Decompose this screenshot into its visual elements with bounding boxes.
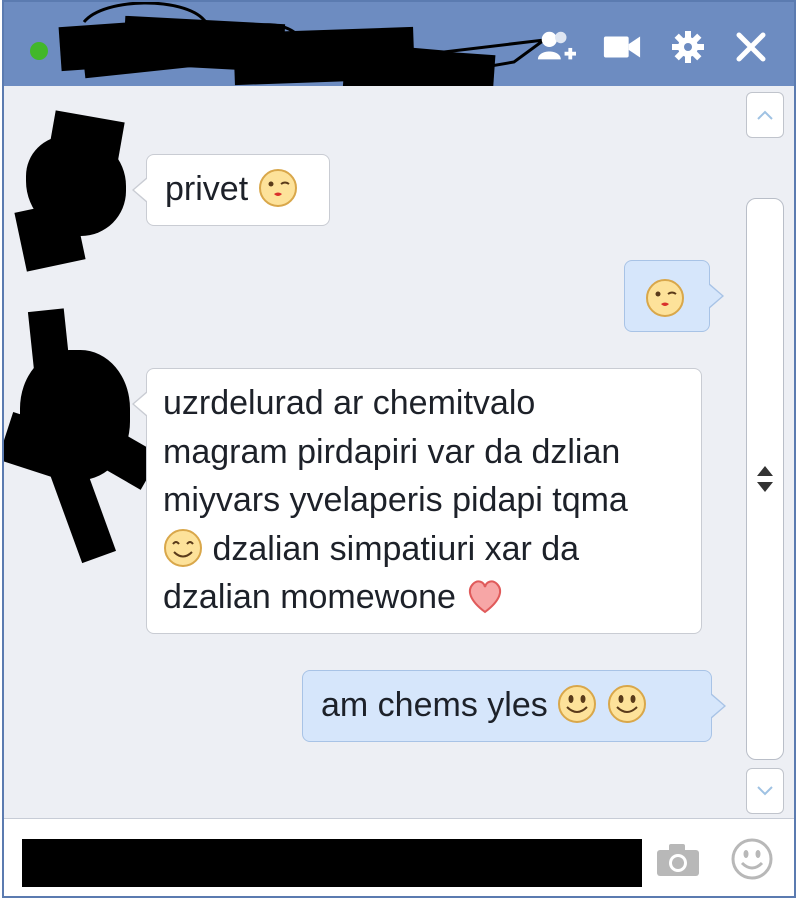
incoming-message[interactable]: uzrdelurad ar chemitvalo magram pirdapir… xyxy=(132,368,702,634)
outgoing-message[interactable] xyxy=(624,260,724,332)
online-status-dot xyxy=(30,42,48,60)
message-line: uzrdelurad ar chemitvalo xyxy=(163,384,536,422)
chat-window: privet uzrdelurad ar chemitvalo magram p… xyxy=(2,0,796,898)
message-input[interactable] xyxy=(22,839,642,887)
chevron-down-icon xyxy=(757,786,773,796)
camera-icon[interactable] xyxy=(654,839,702,881)
incoming-message[interactable]: privet xyxy=(132,154,330,226)
message-list[interactable]: privet uzrdelurad ar chemitvalo magram p… xyxy=(4,86,794,818)
settings-icon[interactable] xyxy=(668,28,708,66)
message-text: privet xyxy=(165,170,249,208)
outgoing-message[interactable]: am chems yles xyxy=(302,670,726,742)
drag-handle-icon xyxy=(757,466,773,492)
scroll-down-button[interactable] xyxy=(746,768,784,814)
chat-titlebar[interactable] xyxy=(4,2,794,102)
message-text: am chems yles xyxy=(321,686,548,724)
message-line: dzalian momewone xyxy=(163,578,456,616)
scrollbar-thumb[interactable] xyxy=(746,198,784,760)
close-icon[interactable] xyxy=(731,28,771,66)
message-composer xyxy=(4,818,794,896)
add-friend-icon[interactable] xyxy=(536,28,576,66)
emoticon-picker-icon[interactable] xyxy=(728,835,776,883)
avatar[interactable] xyxy=(14,110,140,272)
smile-emoticon xyxy=(558,685,597,723)
smile-emoticon xyxy=(607,685,646,723)
kiss-wink-emoticon xyxy=(258,169,297,207)
video-call-icon[interactable] xyxy=(602,28,642,66)
kiss-wink-emoticon xyxy=(646,279,684,317)
message-line: miyvars yvelaperis pidapi tqma xyxy=(163,481,628,519)
message-line: magram pirdapiri var da dzlian xyxy=(163,432,621,471)
smile-emoticon xyxy=(164,528,202,567)
avatar[interactable] xyxy=(4,308,164,564)
scroll-up-button[interactable] xyxy=(746,92,784,138)
heart-emoticon xyxy=(469,580,502,614)
chevron-up-icon xyxy=(757,110,773,120)
message-line: dzalian simpatiuri xar da xyxy=(212,529,580,568)
